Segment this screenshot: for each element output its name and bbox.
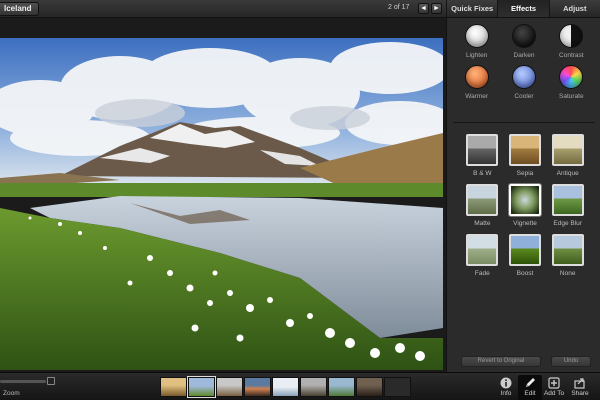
effect-warmer[interactable]: Warmer bbox=[453, 65, 500, 100]
saturate-icon bbox=[559, 65, 584, 89]
effect-lighten[interactable]: Lighten bbox=[453, 24, 500, 59]
filter-none[interactable]: None bbox=[546, 234, 589, 277]
top-bar: Iceland 2 of 17 ◄ ► bbox=[0, 0, 446, 18]
zoom-label: Zoom bbox=[3, 390, 20, 397]
boost-thumbnail bbox=[508, 234, 541, 266]
darken-icon bbox=[511, 24, 536, 48]
photo-counter: 2 of 17 bbox=[388, 4, 410, 11]
info-button[interactable]: Info bbox=[494, 375, 518, 400]
filter-antique[interactable]: Antique bbox=[546, 134, 589, 177]
share-icon bbox=[574, 378, 585, 389]
matte-thumbnail bbox=[466, 184, 499, 216]
zoom-slider[interactable] bbox=[0, 380, 46, 383]
filmstrip-thumbnail[interactable] bbox=[300, 377, 327, 397]
filmstrip-thumbnail[interactable] bbox=[272, 377, 299, 397]
warmer-icon bbox=[464, 65, 489, 89]
pencil-icon bbox=[526, 378, 535, 387]
photo-viewer bbox=[0, 18, 446, 372]
filter-grid: B & W Sepia Antique Matte Vignette Edge … bbox=[461, 134, 589, 277]
vignette-thumbnail bbox=[508, 184, 541, 216]
info-icon bbox=[500, 377, 512, 389]
next-photo-button[interactable]: ► bbox=[431, 3, 442, 14]
edit-panel: Lighten Darken Contrast Warmer Cooler Sa… bbox=[446, 18, 600, 372]
cooler-icon bbox=[511, 65, 536, 89]
previous-photo-button[interactable]: ◄ bbox=[418, 3, 429, 14]
tab-adjust[interactable]: Adjust bbox=[548, 0, 600, 17]
filmstrip-thumbnail[interactable] bbox=[384, 377, 411, 397]
filter-bw[interactable]: B & W bbox=[461, 134, 504, 177]
filmstrip-thumbnail[interactable] bbox=[244, 377, 271, 397]
album-back-button[interactable]: Iceland bbox=[0, 2, 39, 16]
filter-sepia[interactable]: Sepia bbox=[504, 134, 547, 177]
edit-button[interactable]: Edit bbox=[518, 375, 542, 400]
effect-cooler[interactable]: Cooler bbox=[500, 65, 547, 100]
effect-saturate[interactable]: Saturate bbox=[548, 65, 595, 100]
contrast-icon bbox=[559, 24, 584, 48]
effect-contrast[interactable]: Contrast bbox=[548, 24, 595, 59]
filmstrip-thumbnail[interactable] bbox=[356, 377, 383, 397]
filter-boost[interactable]: Boost bbox=[504, 234, 547, 277]
tab-effects[interactable]: Effects bbox=[497, 0, 549, 17]
filmstrip-thumbnail[interactable] bbox=[187, 376, 216, 398]
antique-thumbnail bbox=[551, 134, 584, 166]
none-thumbnail bbox=[551, 234, 584, 266]
edge-blur-thumbnail bbox=[551, 184, 584, 216]
filmstrip-thumbnail[interactable] bbox=[216, 377, 243, 397]
bottom-toolbar: Zoom Info Edit Add To Share bbox=[0, 372, 600, 400]
filmstrip bbox=[160, 376, 411, 398]
effect-darken[interactable]: Darken bbox=[500, 24, 547, 59]
panel-divider bbox=[453, 122, 595, 123]
fade-thumbnail bbox=[466, 234, 499, 266]
filmstrip-thumbnail[interactable] bbox=[328, 377, 355, 397]
add-to-button[interactable]: Add To bbox=[542, 375, 566, 400]
filter-matte[interactable]: Matte bbox=[461, 184, 504, 227]
filter-edge-blur[interactable]: Edge Blur bbox=[546, 184, 589, 227]
share-button[interactable]: Share bbox=[568, 375, 592, 400]
undo-button[interactable]: Undo bbox=[551, 356, 591, 367]
panel-tabs: Quick Fixes Effects Adjust bbox=[446, 0, 600, 18]
main-photo[interactable] bbox=[0, 38, 443, 370]
revert-to-original-button[interactable]: Revert to Original bbox=[461, 356, 541, 367]
filter-fade[interactable]: Fade bbox=[461, 234, 504, 277]
filter-vignette[interactable]: Vignette bbox=[504, 184, 547, 227]
lighten-icon bbox=[464, 24, 489, 48]
tab-quick-fixes[interactable]: Quick Fixes bbox=[446, 0, 497, 17]
bw-thumbnail bbox=[466, 134, 499, 166]
sepia-thumbnail bbox=[508, 134, 541, 166]
filmstrip-thumbnail[interactable] bbox=[160, 377, 187, 397]
add-icon bbox=[548, 377, 560, 389]
zoom-slider-handle[interactable] bbox=[47, 377, 55, 385]
quick-effects-grid: Lighten Darken Contrast Warmer Cooler Sa… bbox=[453, 24, 595, 100]
